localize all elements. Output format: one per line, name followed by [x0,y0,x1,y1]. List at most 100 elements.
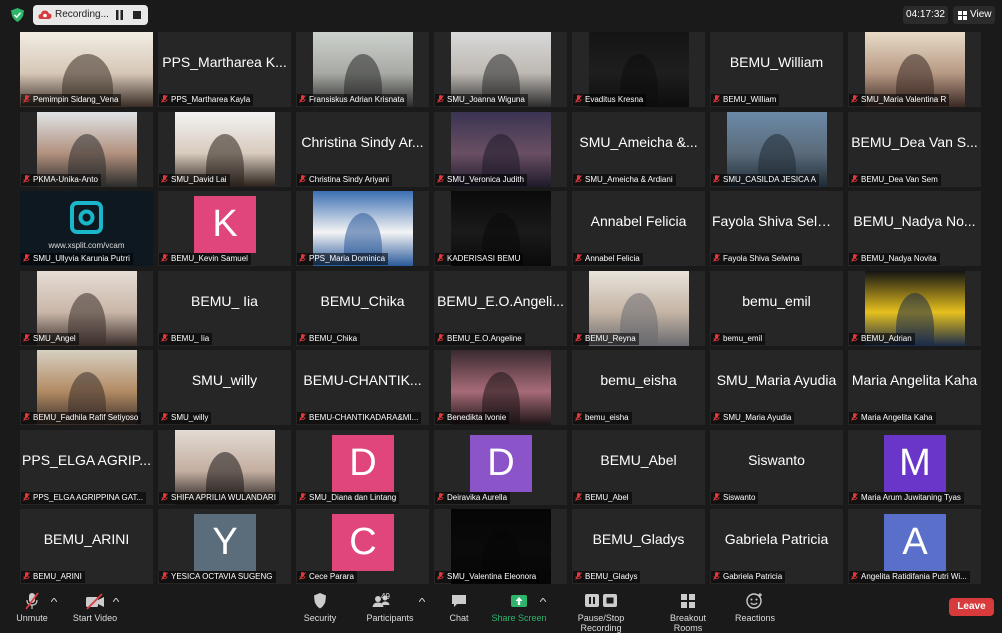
participant-tile[interactable]: PPS_Maria Dominica [296,191,429,266]
participant-tile[interactable]: BEMU_William BEMU_William [710,32,843,107]
participant-tile[interactable]: BEMU_ Iia BEMU_ Iia [158,270,291,346]
participant-tile[interactable]: BEMU-CHANTIK... BEMU-CHANTIKADARA&MI... [296,350,429,425]
participant-tile[interactable]: BEMU_Gladys BEMU_Gladys [572,509,705,584]
muted-microphone-icon [25,592,39,610]
participant-tile[interactable]: Pemimpin Sidang_Vena [20,32,153,107]
pause-recording-icon[interactable] [115,10,124,20]
muted-mic-icon [437,492,444,501]
participant-tile[interactable]: BEMU_Adrian [848,270,981,346]
participant-tile[interactable]: BEMU_Abel BEMU_Abel [572,429,705,505]
participants-options-caret-icon[interactable] [419,598,425,602]
pause-stop-recording-button[interactable]: Pause/Stop Recording [556,592,646,633]
stop-recording-icon[interactable] [133,11,141,19]
participant-tile[interactable]: www.xsplit.com/vcam SMU_Ullyvia Karunia P… [20,191,153,266]
vcam-caption: www.xsplit.com/vcam [48,241,125,250]
participant-tile[interactable]: Christina Sindy Ar... Christina Sindy Ari… [296,111,429,187]
participant-name: bemu_emil [723,333,763,343]
participant-tile[interactable]: Evaditus Kresna [572,32,705,107]
participant-tile[interactable]: Gabriela Patricia Gabriela Patricia [710,509,843,584]
participant-tile[interactable]: BEMU_Fadhila Rafif Setiyoso [20,350,153,425]
participant-tile[interactable]: SMU_willy SMU_willy [158,350,291,425]
chat-button[interactable]: Chat [444,592,474,623]
share-screen-button[interactable]: Share Screen [490,592,548,623]
participant-name: SMU_willy [171,413,209,422]
participant-tile[interactable]: Y YESICA OCTAVIA SUGENG [158,509,291,584]
participant-name-label: Maria Arum Juwitaning Tyas [849,491,964,504]
participant-tile[interactable]: BEMU_Reyna [572,270,705,346]
participant-tile[interactable]: SMU_Angel [20,270,153,346]
participant-tile[interactable]: PKMA-Unika-Anto [20,111,153,187]
participant-tile[interactable]: K BEMU_Kevin Samuel [158,191,291,266]
video-options-caret-icon[interactable] [113,598,119,602]
participant-tile[interactable]: C Cece Parara [296,509,429,584]
participant-tile[interactable]: Fayola Shiva Selwi... Fayola Shiva Selwin… [710,191,843,266]
participant-tile[interactable]: BEMU_Dea Van S... BEMU_Dea Van Sem [848,111,981,187]
muted-mic-icon [713,254,720,262]
participant-tile[interactable]: A Angelita Ratidifania Putri Wi... [848,509,981,584]
participant-tile[interactable]: D Deiravika Aurella [434,429,567,505]
leave-button[interactable]: Leave [949,598,994,616]
participant-tile[interactable]: PPS_ELGA AGRIP... PPS_ELGA AGRIPPINA GAT.… [20,429,153,505]
participant-display-name: SMU_willy [191,372,258,388]
muted-mic-icon [161,492,168,501]
participant-display-name: bemu_emil [742,292,811,309]
participant-tile[interactable]: Annabel Felicia Annabel Felicia [572,191,705,266]
muted-mic-icon [851,333,858,342]
participant-name-label: SMU_Angel [21,332,79,345]
participant-tile[interactable]: SMU_Ameicha &... SMU_Ameicha & Ardiani [572,111,705,187]
participant-tile[interactable]: PPS_Martharea K... PPS_Martharea Kayla [158,32,291,107]
participant-display-name: SMU_Ameicha &... [579,133,698,150]
participant-tile[interactable]: SHIFA APRILIA WULANDARI [158,429,291,505]
participant-tile[interactable]: BEMU_Nadya No... BEMU_Nadya Novita [848,191,981,266]
participant-tile[interactable]: SMU_Veronica Judith [434,111,567,187]
participant-name: BEMU_ Iia [171,333,210,343]
participant-tile[interactable]: SMU_David Lai [158,111,291,187]
participants-button[interactable]: 49 Participants [362,592,418,623]
participant-name-label: BEMU_Dea Van Sem [849,173,941,186]
muted-mic-icon [713,333,720,342]
participant-tile[interactable]: BEMU_ARINI BEMU_ARINI [20,509,153,584]
participant-name: KADERISASI BEMU [447,254,521,263]
participant-name: Benedikta Ivonie [447,413,507,422]
participant-name: BEMU_Dea Van Sem [861,174,938,184]
participant-tile[interactable]: Siswanto Siswanto [710,429,843,505]
participant-tile[interactable]: SMU_Maria Valentina R [848,32,981,107]
breakout-rooms-button[interactable]: Breakout Rooms [655,592,721,633]
reactions-button[interactable]: Reactions [733,592,777,623]
participant-name: SMU_Veronica Judith [447,174,524,184]
audio-options-caret-icon[interactable] [51,598,57,602]
unmute-button[interactable]: Unmute [12,592,52,623]
start-video-button[interactable]: Start Video [68,592,122,623]
participant-name-label: SMU_CASILDA JESICA A [711,173,819,186]
participant-tile[interactable]: Fransiskus Adrian Krisnata [296,32,429,107]
participant-tile[interactable]: M Maria Arum Juwitaning Tyas [848,429,981,505]
shield-icon[interactable] [11,8,24,22]
participant-tile[interactable]: KADERISASI BEMU [434,191,567,266]
participant-name-label: Fayola Shiva Selwina [711,253,803,265]
participant-tile[interactable]: Maria Angelita Kaha Maria Angelita Kaha [848,350,981,425]
participant-name-label: BEMU_ Iia [159,332,213,345]
participant-tile[interactable]: SMU_Valentina Eleonora [434,509,567,584]
participant-tile[interactable]: bemu_eisha bemu_eisha [572,350,705,425]
participant-tile[interactable]: BEMU_E.O.Angeli... BEMU_E.O.Angeline [434,270,567,346]
participant-tile[interactable]: bemu_emil bemu_emil [710,270,843,346]
participant-name: SMU_Ullyvia Karunia Putrri [33,254,130,263]
view-button[interactable]: View [953,6,995,24]
participant-tile[interactable]: SMU_CASILDA JESICA A [710,111,843,187]
participant-name-label: BEMU_William [711,94,780,106]
participant-tile[interactable]: D SMU_Diana dan Lintang [296,429,429,505]
participant-tile[interactable]: BEMU_Chika BEMU_Chika [296,270,429,346]
participant-tile[interactable]: SMU_Maria Ayudia SMU_Maria Ayudia [710,350,843,425]
participant-tile[interactable]: SMU_Joanna Wiguna [434,32,567,107]
participant-name-label: BEMU_Abel [573,491,632,504]
muted-mic-icon [437,333,444,342]
muted-mic-icon [299,572,306,580]
muted-mic-icon [161,95,168,103]
view-label: View [970,9,992,20]
share-options-caret-icon[interactable] [540,598,546,602]
participant-name: SHIFA APRILIA WULANDARI [171,492,276,502]
security-button[interactable]: Security [300,592,340,623]
participant-display-name: Christina Sindy Ar... [301,133,424,150]
muted-mic-icon [23,572,30,580]
participant-tile[interactable]: Benedikta Ivonie [434,350,567,425]
